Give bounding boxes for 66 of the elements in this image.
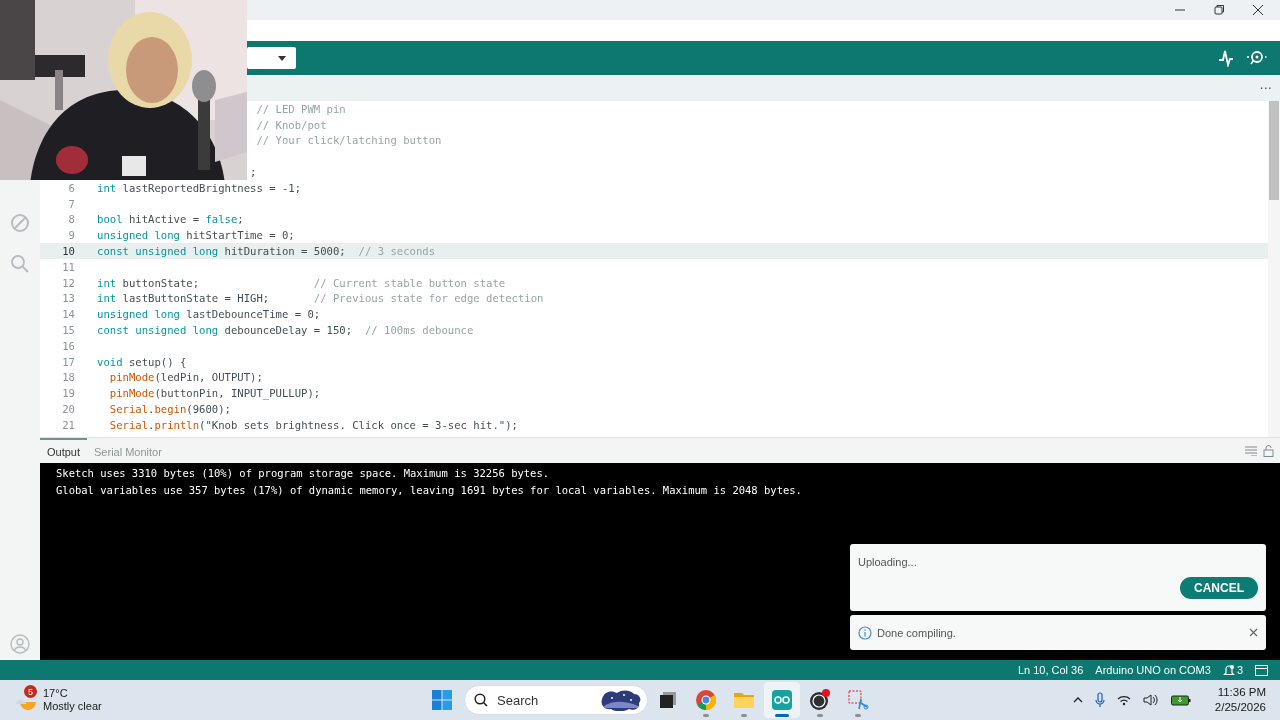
- code-line: // LED PWM pin: [255, 102, 346, 115]
- line-number: 21: [62, 418, 75, 431]
- code-line: int lastButtonState = HIGH; // Previous state for edge detection: [97, 292, 544, 305]
- line-number: 7: [68, 197, 75, 210]
- scrollbar[interactable]: [1268, 101, 1280, 437]
- bell-icon[interactable]: [1222, 664, 1235, 676]
- code-line: unsigned long lastDebounceTime = 0;: [97, 308, 321, 321]
- line-number: 8: [68, 213, 75, 226]
- line-number: 11: [62, 260, 75, 273]
- code-line: Serial.println("Knob sets brightness. Click once = 3-sec hit.");: [108, 418, 518, 431]
- line-number: 20: [62, 403, 75, 416]
- search-highlight-icon: [600, 689, 642, 711]
- notification-count: 3: [1236, 664, 1243, 676]
- notification-badge: 5: [24, 685, 37, 698]
- output-line: Global variables use 357 bytes (17%) of dynamic memory, leaving 1691 bytes for local variables. Maximum is 2048 bytes.: [56, 483, 803, 498]
- waveform-icon[interactable]: [1218, 49, 1234, 67]
- cursor-position: Ln 10, Col 36: [1017, 664, 1084, 676]
- line-number: 9: [68, 229, 75, 242]
- code-line: pinMode(buttonPin, INPUT_PULLUP);: [108, 387, 321, 400]
- line-number: 18: [62, 371, 75, 384]
- caret-icon: [278, 55, 286, 61]
- more-button[interactable]: ···: [1257, 80, 1274, 96]
- windows-start-icon[interactable]: [432, 690, 452, 710]
- board-selector[interactable]: [247, 47, 296, 69]
- code-line: void setup() {: [97, 355, 187, 368]
- clock-date[interactable]: 2/25/2026: [1214, 700, 1266, 715]
- clock-time[interactable]: 11:36 PM: [1217, 685, 1266, 700]
- wifi-icon[interactable]: [1116, 694, 1131, 706]
- code-line: const unsigned long hitDuration = 5000; // 3 seconds: [97, 245, 436, 258]
- magnifier-icon[interactable]: [1246, 49, 1268, 67]
- arduino-app-icon[interactable]: [764, 682, 800, 718]
- temperature: 17°C: [43, 687, 69, 700]
- microphone-icon[interactable]: [1094, 692, 1105, 708]
- code-line: bool hitActive = false;: [97, 213, 244, 226]
- code-line: Serial.begin(9600);: [108, 403, 231, 416]
- code-line: unsigned long hitStartTime = 0;: [97, 229, 295, 242]
- notification-message: Done compiling.: [877, 626, 957, 639]
- panel-icon[interactable]: [1255, 664, 1268, 676]
- battery-icon[interactable]: [1170, 694, 1191, 706]
- line-number: 13: [62, 292, 75, 305]
- line-number: 14: [62, 308, 75, 321]
- code-line: // Your click/latching button: [255, 134, 442, 147]
- volume-icon[interactable]: [1142, 694, 1159, 706]
- cancel-button[interactable]: CANCEL: [1180, 577, 1258, 599]
- code-line: // Knob/pot: [255, 118, 327, 131]
- weather-condition: Mostly clear: [43, 700, 102, 713]
- output-line: Sketch uses 3310 bytes (10%) of program storage space. Maximum is 32256 bytes.: [56, 466, 551, 481]
- line-number: 17: [62, 355, 75, 368]
- close-button[interactable]: [1249, 628, 1258, 637]
- line-number: 12: [62, 276, 75, 289]
- board-status[interactable]: Arduino UNO on COM3: [1095, 664, 1211, 676]
- line-number: 16: [62, 339, 75, 352]
- code-line: int buttonState; // Current stable button state: [97, 276, 506, 289]
- line-number: 6: [68, 181, 75, 194]
- line-number: 10: [62, 245, 75, 258]
- code-line: pinMode(ledPin, OUTPUT);: [108, 371, 263, 384]
- notification-message: Uploading...: [858, 556, 917, 568]
- search-icon: [474, 693, 488, 707]
- line-number: 15: [62, 324, 75, 337]
- line-number: 19: [62, 387, 75, 400]
- code-line: const unsigned long debounceDelay = 150; // 100ms debounce: [97, 324, 474, 337]
- lock-icon[interactable]: [1263, 444, 1274, 457]
- code-line: ;: [249, 166, 257, 179]
- code-line: int lastReportedBrightness = -1;: [97, 181, 302, 194]
- info-icon: [858, 625, 872, 640]
- chevron-up-icon[interactable]: [1072, 697, 1083, 703]
